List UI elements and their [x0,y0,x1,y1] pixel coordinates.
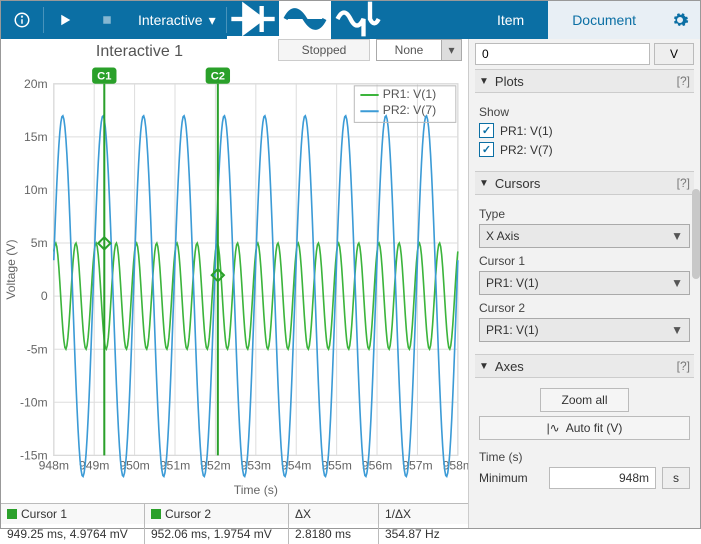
inv-dx-value: 354.87 Hz [379,524,468,544]
top-toolbar: Interactive ▾ Item Document [1,1,700,39]
checkbox-icon: ✓ [479,142,494,157]
properties-panel: 0 V ▼ Plots [?] Show ✓ PR1: V(1) ✓ [468,39,700,528]
svg-text:953m: 953m [241,459,271,473]
plots-section-header[interactable]: ▼ Plots [?] [475,69,694,93]
cursor1-value: 949.25 ms, 4.9764 mV [1,524,144,544]
plot-title: Interactive 1 [1,39,278,61]
svg-text:-10m: -10m [20,395,48,409]
unit-select[interactable]: V [654,43,694,65]
autofit-icon: |∿ [547,421,560,435]
minimum-input[interactable]: 948m [549,467,656,489]
chevron-down-icon: ▼ [671,323,683,337]
svg-text:15m: 15m [24,130,48,144]
dx-value: 2.8180 ms [289,524,378,544]
cursor2-label: Cursor 2 [479,301,690,315]
help-icon[interactable]: [?] [677,176,690,190]
chevron-down-icon: ▾ [209,12,216,29]
info-icon[interactable] [1,1,43,39]
gear-icon[interactable] [660,1,700,39]
svg-text:949m: 949m [79,459,109,473]
svg-text:5m: 5m [31,236,48,250]
show-pr2-checkbox[interactable]: ✓ PR2: V(7) [479,142,690,157]
svg-text:956m: 956m [362,459,392,473]
diode-mode-icon[interactable] [227,1,279,39]
transient-mode-icon[interactable] [331,1,383,39]
collapse-icon: ▼ [479,361,489,372]
svg-text:20m: 20m [24,77,48,91]
axes-section-header[interactable]: ▼ Axes [?] [475,354,694,378]
cursor1-select[interactable]: PR1: V(1)▼ [479,271,690,295]
tab-document[interactable]: Document [548,1,660,39]
cursor-color-icon [7,509,17,519]
time-axis-label: Time (s) [479,450,690,464]
svg-text:957m: 957m [402,459,432,473]
svg-text:-5m: -5m [27,342,48,356]
svg-text:954m: 954m [281,459,311,473]
plot-area[interactable]: 948m949m950m951m952m953m954m955m956m957m… [1,61,468,503]
svg-text:PR1: V(1): PR1: V(1) [383,87,436,101]
auto-fit-button[interactable]: |∿ Auto fit (V) [479,416,690,440]
collapse-icon: ▼ [479,178,489,189]
cursors-section-header[interactable]: ▼ Cursors [?] [475,171,694,195]
chevron-down-icon: ▼ [671,229,683,243]
svg-text:Time (s): Time (s) [234,483,278,497]
cursor-type-select[interactable]: X Axis▼ [479,224,690,248]
svg-text:950m: 950m [119,459,149,473]
cursor-color-icon [151,509,161,519]
svg-text:-15m: -15m [20,448,48,462]
scrollbar-thumb[interactable] [692,189,700,279]
plot-dropdown[interactable]: None ▾ [376,39,462,61]
svg-text:PR2: V(7): PR2: V(7) [383,103,436,117]
svg-text:951m: 951m [160,459,190,473]
svg-text:955m: 955m [321,459,351,473]
svg-text:C1: C1 [97,71,111,83]
cursor2-select[interactable]: PR1: V(1)▼ [479,318,690,342]
chevron-down-icon: ▼ [671,276,683,290]
checkbox-icon: ✓ [479,123,494,138]
play-icon[interactable] [44,1,86,39]
minimum-unit-select[interactable]: s [662,467,690,489]
mode-dropdown[interactable]: Interactive ▾ [128,1,226,39]
svg-text:952m: 952m [200,459,230,473]
zoom-all-button[interactable]: Zoom all [540,388,628,412]
svg-text:Voltage (V): Voltage (V) [4,239,18,299]
cursor-table: Cursor 1 949.25 ms, 4.9764 mV Cursor 2 9… [1,503,468,544]
cursor2-value: 952.06 ms, 1.9754 mV [145,524,288,544]
svg-text:10m: 10m [24,183,48,197]
stop-icon[interactable] [86,1,128,39]
help-icon[interactable]: [?] [677,359,690,373]
mode-dropdown-label: Interactive [138,12,203,28]
type-label: Type [479,207,690,221]
svg-text:0: 0 [41,289,48,303]
value-input[interactable]: 0 [475,43,650,65]
tab-item[interactable]: Item [473,1,548,39]
chevron-down-icon: ▾ [441,40,461,60]
ac-mode-icon[interactable] [279,1,331,39]
show-pr1-checkbox[interactable]: ✓ PR1: V(1) [479,123,690,138]
show-label: Show [479,105,690,119]
svg-text:958m: 958m [443,459,468,473]
cursor1-label: Cursor 1 [479,254,690,268]
minimum-label: Minimum [479,471,543,485]
svg-text:C2: C2 [211,71,225,83]
sim-status: Stopped [278,39,370,61]
help-icon[interactable]: [?] [677,74,690,88]
collapse-icon: ▼ [479,76,489,87]
